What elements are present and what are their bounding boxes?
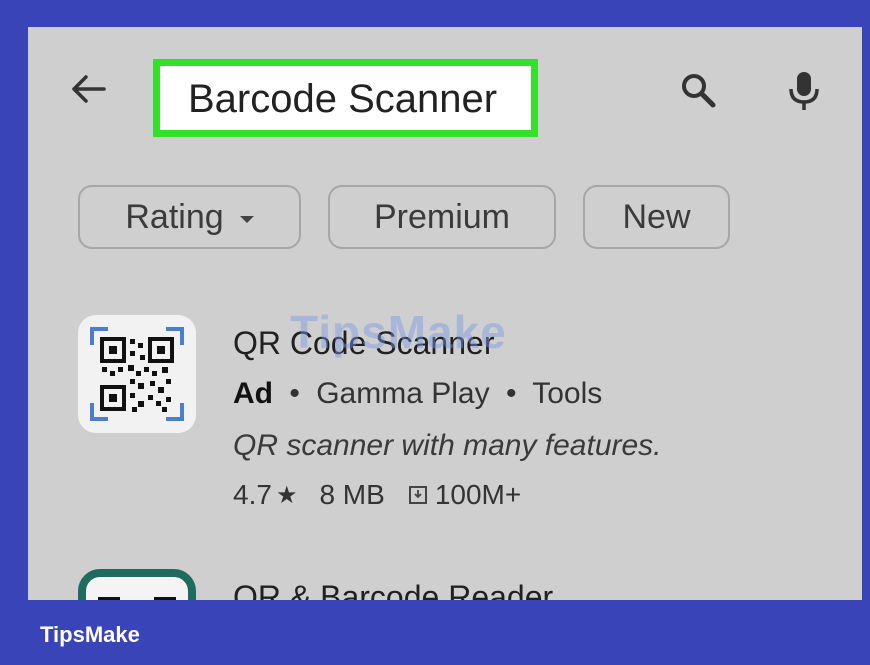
filter-chip-label: Premium <box>373 197 511 236</box>
search-input[interactable]: Barcode Scanner <box>153 59 538 137</box>
separator-dot: • <box>505 377 517 410</box>
play-store-screen: Barcode Scanner Rating Premium New QR Co… <box>28 27 862 600</box>
filter-chip-new[interactable]: New <box>583 185 730 249</box>
search-icon[interactable] <box>680 72 716 108</box>
app-category: Tools <box>532 377 603 410</box>
ad-label: Ad <box>233 377 273 410</box>
app-description: QR scanner with many features. <box>233 429 662 462</box>
search-query-text: Barcode Scanner <box>188 77 498 121</box>
app-title[interactable]: QR & Barcode Reader <box>233 579 553 600</box>
filter-chip-label: New <box>622 197 691 236</box>
filter-chip-premium[interactable]: Premium <box>328 185 556 249</box>
separator-dot: • <box>289 377 300 410</box>
filter-chip-rating[interactable]: Rating <box>78 185 301 249</box>
barcode-reader-app-icon[interactable] <box>78 569 196 600</box>
app-size: 8 MB <box>319 479 385 510</box>
mic-icon[interactable] <box>786 70 822 112</box>
app-stats: 4.7 ★ 8 MB 100M+ <box>233 479 521 511</box>
app-developer: Gamma Play <box>316 377 490 410</box>
app-rating: 4.7 <box>233 479 272 510</box>
qr-code-app-icon[interactable] <box>78 315 196 433</box>
brand-logo-text: TipsMake <box>40 622 140 647</box>
dropdown-caret-icon <box>239 215 254 223</box>
app-meta: Ad • Gamma Play • Tools <box>233 377 602 411</box>
app-title[interactable]: QR Code Scanner <box>233 325 494 362</box>
back-arrow-icon[interactable] <box>68 69 108 109</box>
app-downloads: 100M+ <box>434 479 522 510</box>
download-icon <box>408 486 427 504</box>
star-icon: ★ <box>275 481 298 509</box>
filter-chip-label: Rating <box>125 197 224 236</box>
